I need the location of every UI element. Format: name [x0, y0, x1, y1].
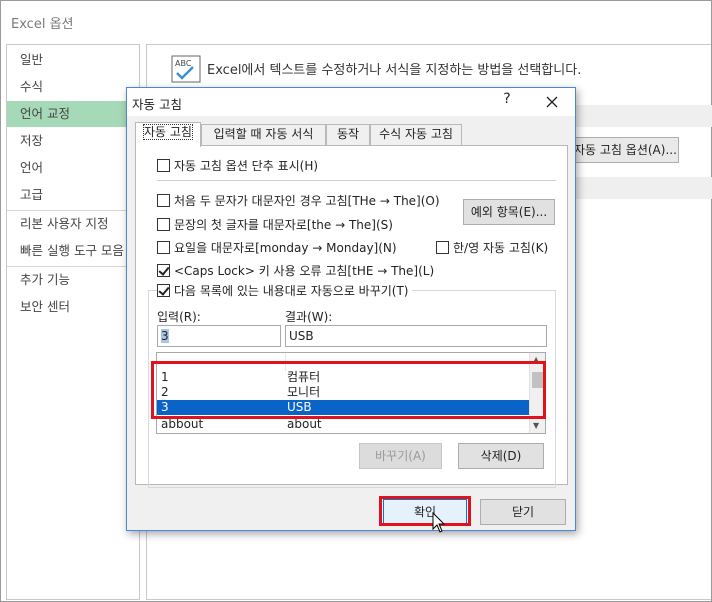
capitalize-first-letter-checkbox[interactable]: 문장의 첫 글자를 대문자로[the → The](S) [157, 217, 393, 234]
checkbox-box [436, 241, 449, 254]
list-item[interactable]: 1 컴퓨터 [157, 370, 531, 385]
sidebar-item-proofing[interactable]: 언어 교정 [7, 101, 139, 127]
ok-button[interactable]: 확인 [383, 499, 467, 525]
checkbox-label: 다음 목록에 있는 내용대로 자동으로 바꾸기(T) [174, 284, 409, 298]
help-button[interactable]: ? [501, 91, 513, 109]
mouse-pointer-icon [432, 512, 446, 533]
sidebar-item-quick-access-toolbar[interactable]: 빠른 실행 도구 모음 [7, 238, 139, 264]
list-item[interactable]: 2 모니터 [157, 385, 531, 400]
tab-autoformat-as-you-type[interactable]: 입력할 때 자동 서식 [201, 124, 326, 145]
sidebar-item-trust-center[interactable]: 보안 센터 [7, 294, 139, 320]
result-label: 결과(W): [285, 310, 333, 324]
checkbox-label: 한/영 자동 고침(K) [453, 241, 549, 255]
sidebar-item-formulas[interactable]: 수식 [7, 74, 139, 100]
scroll-up-icon[interactable]: ▲ [533, 355, 539, 364]
list-item-selected[interactable]: 3 USB [157, 400, 531, 415]
input-label: 입력(R): [157, 310, 201, 324]
checkbox-box [157, 218, 170, 231]
checkbox-box [157, 241, 170, 254]
tab-actions[interactable]: 동작 [326, 124, 370, 145]
caps-lock-correction-checkbox[interactable]: <Caps Lock> 키 사용 오류 고침[tHE → The](L) [157, 263, 434, 280]
separator-line [157, 180, 556, 181]
list-item-result: 컴퓨터 [287, 370, 321, 384]
tab-label: 입력할 때 자동 서식 [213, 127, 314, 141]
checkbox-label: <Caps Lock> 키 사용 오류 고침[tHE → The](L) [174, 264, 435, 278]
list-item-input: abbout [161, 417, 204, 431]
list-item-result: 모니터 [287, 385, 321, 399]
sidebar-item-language[interactable]: 언어 [7, 155, 139, 181]
show-autocorrect-buttons-checkbox[interactable]: 자동 고침 옵션 단추 표시(H) [157, 158, 318, 175]
tab-math-autocorrect[interactable]: 수식 자동 고침 [370, 124, 462, 145]
tab-label: 수식 자동 고침 [379, 127, 453, 141]
sidebar-item-advanced[interactable]: 고급 [7, 182, 139, 208]
list-item-result: USB [287, 400, 312, 414]
list-item-input: 3 [161, 400, 169, 414]
checkbox-box [157, 159, 170, 172]
list-item-result: about [287, 417, 322, 431]
proofing-description: Excel에서 텍스트를 수정하거나 서식을 지정하는 방법을 선택합니다. [207, 63, 582, 78]
close-button[interactable]: 닫기 [480, 499, 566, 525]
correct-two-initial-caps-checkbox[interactable]: 처음 두 문자가 대문자인 경우 고침[THe → The](O) [157, 193, 440, 210]
sidebar-item-general[interactable]: 일반 [7, 47, 139, 73]
checkbox-label: 처음 두 문자가 대문자인 경우 고침[THe → The](O) [174, 194, 440, 208]
close-icon[interactable] [541, 91, 563, 113]
scroll-down-icon[interactable]: ▼ [533, 421, 539, 430]
replace-input-field[interactable]: 3 [157, 325, 281, 347]
dialog-title-bar: 자동 고침 ? [127, 88, 575, 116]
tab-label: 자동 고침 [143, 124, 193, 140]
checkbox-label: 문장의 첫 글자를 대문자로[the → The](S) [174, 218, 393, 232]
checkbox-label: 자동 고침 옵션 단추 표시(H) [174, 159, 319, 173]
delete-button[interactable]: 삭제(D) [458, 443, 544, 469]
sidebar-item-customize-ribbon[interactable]: 리본 사용자 지정 [7, 211, 139, 237]
list-item-input: 1 [161, 370, 169, 384]
input-field-text: 3 [161, 329, 169, 343]
replace-button[interactable]: 바꾸기(A) [359, 443, 442, 469]
capitalize-days-checkbox[interactable]: 요일을 대문자로[monday → Monday](N) [157, 240, 397, 257]
window-title: Excel 옵션 [11, 17, 74, 32]
list-item[interactable]: abbout about [157, 417, 531, 432]
options-sidebar: 일반 수식 언어 교정 저장 언어 고급 리본 사용자 지정 빠른 실행 도구 … [6, 44, 140, 600]
dialog-title: 자동 고침 [132, 97, 182, 112]
sidebar-item-add-ins[interactable]: 추가 기능 [7, 267, 139, 293]
list-scrollbar[interactable]: ▲ ▼ [529, 353, 545, 433]
checkbox-box [157, 194, 170, 207]
tab-label: 동작 [336, 127, 360, 141]
tab-autocorrect[interactable]: 자동 고침 [135, 122, 201, 147]
korean-english-autocorrect-checkbox[interactable]: 한/영 자동 고침(K) [436, 240, 548, 257]
svg-text:ABC: ABC [175, 59, 192, 68]
autocorrect-dialog: 자동 고침 ? 자동 고침 입력할 때 자동 서식 동작 수식 자동 고침 자동… [126, 87, 576, 531]
list-item-input: 2 [161, 385, 169, 399]
checkbox-label: 요일을 대문자로[monday → Monday](N) [174, 241, 397, 255]
autocorrect-options-button[interactable]: 자동 고침 옵션(A)... [567, 137, 679, 163]
replace-result-field[interactable]: USB [285, 325, 547, 347]
scroll-thumb[interactable] [532, 372, 544, 388]
dialog-tabs: 자동 고침 입력할 때 자동 서식 동작 수식 자동 고침 [135, 122, 570, 147]
sidebar-item-save[interactable]: 저장 [7, 128, 139, 154]
window-title-bar: Excel 옵션 [1, 1, 710, 41]
replace-text-as-you-type-checkbox[interactable]: 다음 목록에 있는 내용대로 자동으로 바꾸기(T) [157, 283, 412, 300]
abc-check-icon: ABC [171, 55, 201, 83]
autocorrect-tab-panel: 자동 고침 옵션 단추 표시(H) 처음 두 문자가 대문자인 경우 고침[TH… [135, 145, 568, 488]
replacement-list[interactable]: 1 컴퓨터 2 모니터 3 USB abbout about ▲ ▼ [156, 352, 546, 434]
checkbox-box [157, 264, 170, 277]
checkbox-box [157, 284, 170, 297]
column-divider [285, 353, 286, 371]
exceptions-button[interactable]: 예외 항목(E)... [463, 199, 555, 225]
list-item[interactable] [157, 355, 531, 370]
